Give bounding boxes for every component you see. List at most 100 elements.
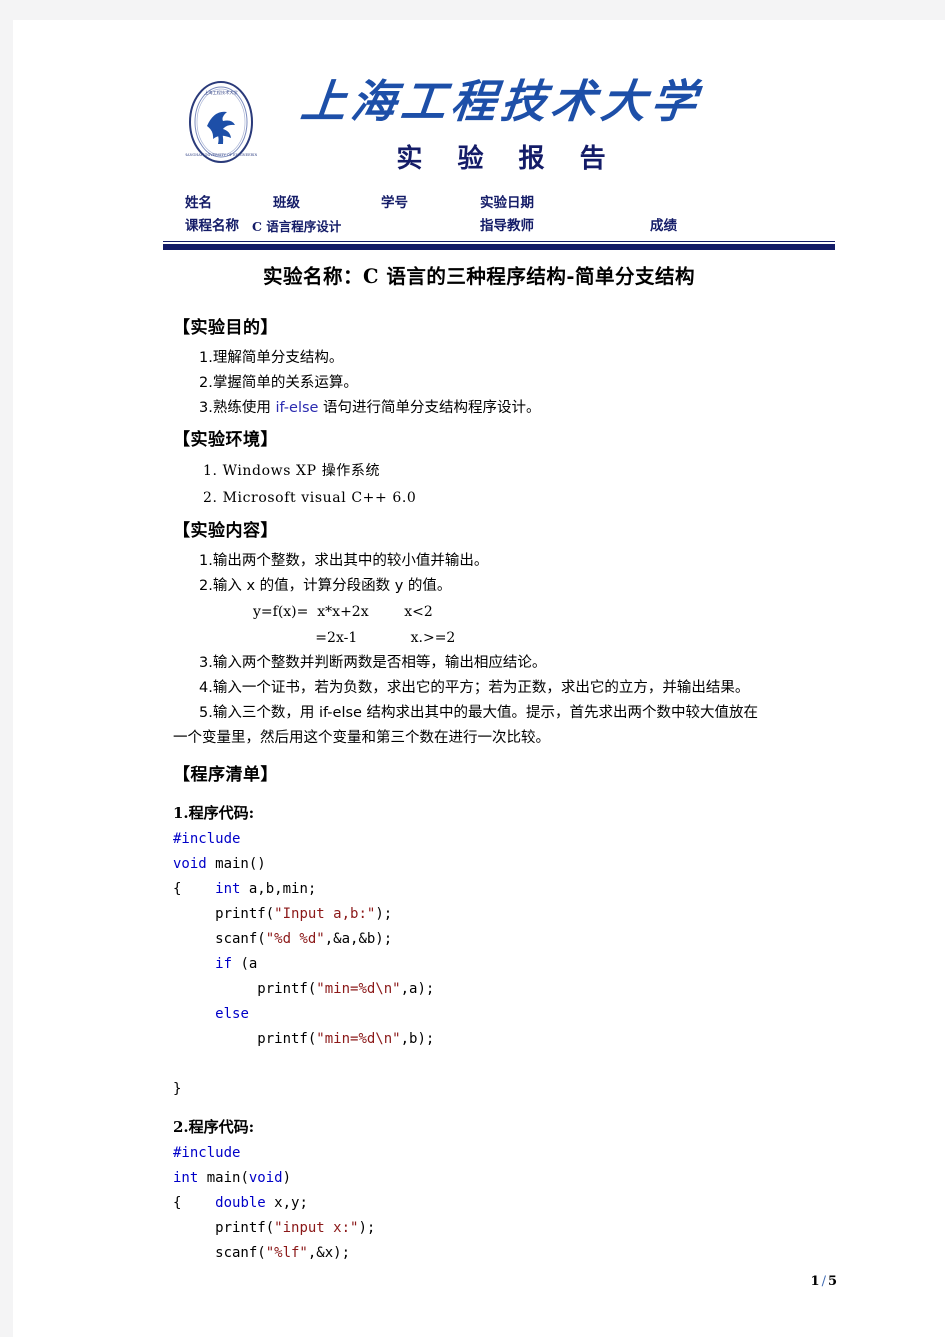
code-line: else: [173, 1002, 843, 1027]
code-token: ,&a,&b);: [324, 931, 393, 947]
content-item-5-post: 结构求出其中的最大值。提示，首先求出两个数中较大值放在: [361, 705, 759, 721]
content-item-3: 3.输入两个整数并判断两数是否相等，输出相应结论。: [199, 655, 547, 671]
code-token: ,b);: [400, 1031, 435, 1047]
environment-item-2: 2. Microsoft visual C++ 6.0: [203, 490, 417, 506]
code-token: scanf(: [173, 931, 266, 947]
code-token-str: "%d %d": [265, 931, 325, 947]
section-heading-listing: 【程序清单】: [173, 765, 278, 785]
section-heading-purpose: 【实验目的】: [173, 318, 278, 338]
page-title: 实验名称：C 语言的三种程序结构-简单分支结构: [263, 265, 695, 288]
footer-page-current: 1: [810, 1274, 820, 1289]
purpose-item-3-post: 语句进行简单分支结构程序设计。: [318, 400, 541, 416]
code-line: printf("min=%d\n",b);: [173, 1027, 843, 1052]
university-name: 上海工程技术大学: [298, 75, 704, 128]
field-value-course: C 语言程序设计: [252, 219, 342, 234]
code-line: }: [173, 1077, 843, 1102]
code-line: printf("input x:");: [173, 1216, 843, 1241]
content-item-1: 1.输出两个整数，求出其中的较小值并输出。: [199, 553, 489, 569]
code-token-kw: #include: [173, 831, 241, 847]
environment-item-1: 1. Windows XP 操作系统: [203, 463, 381, 479]
purpose-item-2: 2.掌握简单的关系运算。: [199, 375, 358, 391]
header-rule: [163, 244, 835, 250]
page-footer: 1/5: [13, 1274, 945, 1289]
code-token-kw: if: [215, 956, 233, 972]
section-heading-content: 【实验内容】: [173, 521, 278, 541]
field-label-class: 班级: [273, 195, 300, 211]
code-token: a,b,min;: [240, 881, 317, 897]
code-token: scanf(: [173, 1245, 266, 1261]
purpose-item-1: 1.理解简单分支结构。: [199, 350, 344, 366]
code-token-kw: #include: [173, 1145, 241, 1161]
content-item-5-pre: 5.输入三个数，用: [199, 705, 319, 721]
code-line: printf("Input a,b:");: [173, 902, 843, 927]
formula-line-2: =2x-1 x.>=2: [253, 630, 456, 646]
footer-page-total: 5: [827, 1274, 837, 1289]
content-item-5-line2: 一个变量里，然后用这个变量和第三个数在进行一次比较。: [173, 730, 550, 746]
program-1-code: #include void main(){ int a,b,min; printf…: [173, 827, 843, 1102]
code-token: {: [173, 881, 216, 897]
svg-text:SHANGHAI UNIVERSITY OF ENGINEE: SHANGHAI UNIVERSITY OF ENGINEERING: [185, 153, 257, 157]
code-token: );: [358, 1220, 376, 1236]
section-heading-environment: 【实验环境】: [173, 430, 278, 450]
code-line: if (a: [173, 952, 843, 977]
field-label-date: 实验日期: [480, 195, 534, 211]
purpose-item-3-pre: 3.熟练使用: [199, 400, 276, 416]
code-token-str: "%lf": [265, 1245, 308, 1261]
field-label-course: 课程名称: [185, 218, 239, 234]
content-item-2: 2.输入 x 的值，计算分段函数 y 的值。: [199, 578, 452, 594]
header-rule-thin: [163, 241, 835, 242]
field-label-instructor: 指导教师: [480, 218, 534, 234]
document-body: 【实验目的】 1.理解简单分支结构。 2.掌握简单的关系运算。 3.熟练使用 i…: [173, 316, 843, 1266]
report-title: 实 验 报 告: [396, 144, 619, 174]
code-token-kw: int: [173, 1170, 199, 1186]
code-token-kw: int: [215, 881, 241, 897]
code-line: scanf("%d %d",&a,&b);: [173, 927, 843, 952]
field-label-grade: 成绩: [650, 218, 677, 234]
code-line: { int a,b,min;: [173, 877, 843, 902]
content-item-5-keyword: if-else: [318, 705, 362, 721]
code-line: scanf("%lf",&x);: [173, 1241, 843, 1266]
code-token: (a: [232, 956, 258, 972]
field-label-student-id: 学号: [381, 195, 408, 211]
document-page: 上海工程技术大学 SHANGHAI UNIVERSITY OF ENGINEER…: [13, 20, 945, 1337]
code-line: int main(void): [173, 1166, 843, 1191]
code-line: { double x,y;: [173, 1191, 843, 1216]
code-token-str: "input x:": [274, 1220, 359, 1236]
content-item-4: 4.输入一个证书，若为负数，求出它的平方；若为正数，求出它的立方，并输出结果。: [199, 680, 750, 696]
code-token-kw: void: [248, 1170, 283, 1186]
code-token-str: "min=%d\n": [316, 1031, 401, 1047]
code-token-str: "min=%d\n": [316, 981, 401, 997]
svg-text:上海工程技术大学: 上海工程技术大学: [204, 89, 238, 96]
formula-line-1: y=f(x)= x*x+2x x<2: [253, 604, 433, 620]
code-token: }: [173, 1081, 182, 1097]
footer-separator: /: [821, 1274, 826, 1289]
code-token: );: [375, 906, 393, 922]
code-token: ,a);: [400, 981, 435, 997]
code-token-kw: double: [215, 1195, 266, 1211]
code-token: x,y;: [265, 1195, 308, 1211]
code-token: {: [173, 1195, 216, 1211]
info-row-1: 姓名 班级 学号 实验日期: [185, 192, 845, 215]
code-token: ): [282, 1170, 292, 1186]
code-token: printf(: [173, 1220, 275, 1236]
code-line: void main(): [173, 852, 843, 877]
code-token: printf(: [173, 906, 275, 922]
code-token: ,&x);: [307, 1245, 351, 1261]
content-item-5: 5.输入三个数，用 if-else 结构求出其中的最大值。提示，首先求出两个数中…: [173, 701, 843, 751]
masthead: 上海工程技术大学 SHANGHAI UNIVERSITY OF ENGINEER…: [13, 70, 945, 190]
code-token-kw: void: [173, 856, 207, 872]
purpose-item-3: 3.熟练使用 if-else 语句进行简单分支结构程序设计。: [199, 396, 843, 421]
code-token: printf(: [173, 1031, 317, 1047]
code-token: main(): [206, 856, 266, 872]
university-seal-icon: 上海工程技术大学 SHANGHAI UNIVERSITY OF ENGINEER…: [185, 78, 257, 166]
code-line: #include: [173, 1141, 843, 1166]
code-token: main(: [198, 1170, 249, 1186]
program-1-label: 1.程序代码:: [173, 804, 255, 822]
code-token-str: "Input a,b:": [274, 906, 376, 922]
code-token: printf(: [173, 981, 317, 997]
program-2-code: #include int main(void){ double x,y; prin…: [173, 1141, 843, 1266]
code-token-kw: else: [215, 1006, 249, 1022]
